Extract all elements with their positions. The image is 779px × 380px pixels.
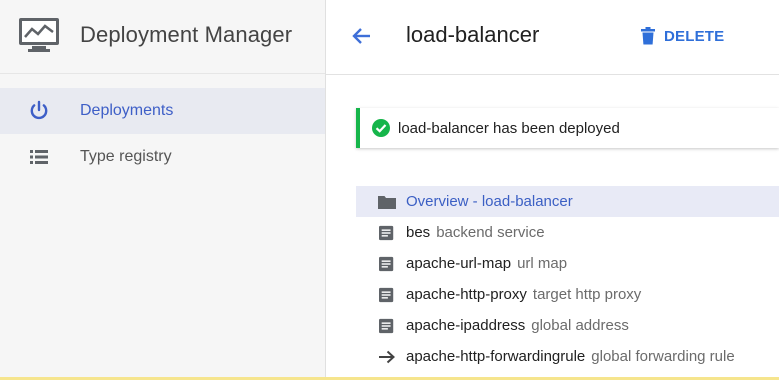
sidebar-item-label: Deployments [80,102,174,119]
monitor-chart-icon [19,18,59,52]
list-icon [30,150,48,164]
sidebar-item-deployments[interactable]: Deployments [0,88,325,134]
power-icon [30,100,48,120]
tree-row-apache-http-forwardingrule[interactable]: apache-http-forwardingrule global forward… [356,341,779,372]
document-icon [379,318,394,334]
sidebar: Deployment Manager Deployments Type regi… [0,0,326,380]
document-icon [379,287,394,303]
check-circle-icon [372,119,390,137]
delete-button[interactable]: DELETE [640,22,724,50]
sidebar-item-type-registry[interactable]: Type registry [0,134,325,180]
row-type: url map [517,255,568,272]
main-header: load-balancer DELETE [326,0,779,75]
row-type: backend service [436,224,545,241]
app-title: Deployment Manager [80,22,293,47]
tree-row-apache-ipaddress[interactable]: apache-ipaddress global address [356,310,779,341]
row-name: apache-http-forwardingrule [406,348,586,365]
arrow-back-icon[interactable] [350,24,374,48]
arrow-right-icon [379,350,395,364]
tree-row-overview[interactable]: Overview - load-balancer [356,186,779,217]
document-icon [379,225,394,241]
document-icon [379,256,394,272]
row-name: apache-ipaddress [406,317,526,334]
tree-row-apache-url-map[interactable]: apache-url-map url map [356,248,779,279]
row-type: global forwarding rule [591,348,735,365]
row-name: apache-url-map [406,255,512,272]
row-type: target http proxy [532,286,642,303]
row-name: bes [406,224,431,241]
trash-icon [641,27,655,45]
sidebar-header: Deployment Manager [0,0,325,74]
page-title: load-balancer [406,22,540,47]
toast-message: load-balancer has been deployed [398,120,620,137]
sidebar-item-label: Type registry [80,148,172,165]
resource-tree: Overview - load-balancer bes backend serv… [356,186,779,372]
app: Deployment Manager Deployments Type regi… [0,0,779,380]
row-name: apache-http-proxy [406,286,527,303]
row-name: Overview - load-balancer [406,193,573,210]
success-toast: load-balancer has been deployed [356,108,779,148]
sidebar-nav: Deployments Type registry [0,88,325,180]
delete-label: DELETE [664,27,725,45]
tree-row-apache-http-proxy[interactable]: apache-http-proxy target http proxy [356,279,779,310]
row-type: global address [531,317,629,334]
tree-row-bes[interactable]: bes backend service [356,217,779,248]
folder-icon [378,196,396,209]
